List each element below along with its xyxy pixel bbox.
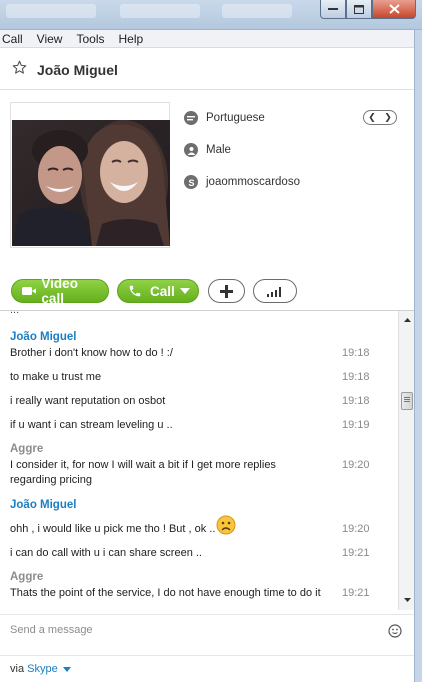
profile-pager: ❮ ❯ — [363, 110, 397, 125]
titlebar-blurred-tab — [222, 4, 292, 18]
video-call-label: Video call — [41, 276, 78, 306]
message-text: i can do call with u i can share screen … — [10, 547, 202, 559]
message-time: 19:18 — [342, 347, 370, 359]
profile-language: Portuguese — [206, 112, 265, 124]
message-time: 19:20 — [342, 523, 370, 535]
message-time: 19:19 — [342, 419, 370, 431]
sad-face-icon — [216, 515, 236, 535]
menu-view[interactable]: View — [37, 32, 63, 46]
window-frame-right — [414, 30, 422, 682]
call-label: Call — [150, 283, 175, 299]
favorite-star-icon[interactable] — [12, 60, 27, 75]
footer: via Skype — [0, 655, 414, 682]
message-composer[interactable]: Send a message — [0, 614, 414, 646]
call-button[interactable]: Call — [117, 279, 199, 303]
contact-header: João Miguel — [0, 48, 414, 90]
message-sender: Aggre — [10, 571, 44, 583]
video-call-button[interactable]: Video call — [11, 276, 109, 306]
message-text: to make u trust me — [10, 371, 102, 383]
svg-text:S: S — [188, 178, 194, 187]
contact-name: João Miguel — [37, 62, 118, 78]
close-icon — [388, 4, 400, 14]
message-text: I consider it, for now I will wait a bit… — [10, 459, 276, 471]
message-text: Thats the point of the service, I do not… — [10, 587, 321, 599]
chevron-down-icon[interactable] — [62, 666, 71, 672]
profile-gender: Male — [206, 144, 231, 156]
scrollbar-thumb[interactable] — [401, 392, 413, 410]
menu-call[interactable]: Call — [2, 32, 23, 46]
profile-skype-name: joaommoscardoso — [206, 176, 300, 188]
window-titlebar — [0, 0, 422, 30]
message-time: 19:18 — [342, 371, 370, 383]
via-text: via Skype — [10, 663, 71, 675]
menu-tools[interactable]: Tools — [76, 32, 104, 46]
message-text: ohh , i would like u pick me tho ! But ,… — [10, 523, 216, 535]
chevron-left-icon[interactable]: ❮ — [368, 112, 376, 123]
chevron-down-icon[interactable] — [180, 288, 190, 294]
maximize-icon — [354, 4, 364, 14]
call-quality-button[interactable] — [253, 279, 297, 303]
message-time: 19:21 — [342, 587, 370, 599]
titlebar-blurred-tab — [6, 4, 96, 18]
menu-bar: Call View Tools Help — [0, 30, 422, 48]
message-text: Brother i don't know how to do ! :/ — [10, 347, 173, 359]
profile-skype-row: S joaommoscardoso — [184, 175, 300, 189]
titlebar-blurred-tab — [120, 4, 200, 18]
menu-help[interactable]: Help — [118, 32, 143, 46]
add-button[interactable] — [208, 279, 245, 303]
profile-gender-row: Male — [184, 143, 231, 157]
minimize-icon — [328, 8, 338, 10]
avatar-photo — [12, 120, 170, 246]
scroll-up-icon[interactable] — [399, 313, 414, 327]
person-icon — [184, 143, 198, 157]
scroll-down-icon[interactable] — [399, 593, 414, 607]
via-prefix: via — [10, 663, 25, 675]
minimize-button[interactable] — [320, 0, 346, 19]
contact-avatar[interactable] — [12, 120, 170, 246]
message-time: 19:20 — [342, 459, 370, 471]
video-camera-icon — [22, 287, 37, 295]
message-sender: João Miguel — [10, 331, 77, 343]
message-time: 19:21 — [342, 547, 370, 559]
message-text: if u want i can stream leveling u .. — [10, 419, 173, 431]
plus-icon — [220, 284, 233, 298]
skype-icon: S — [184, 175, 198, 189]
speech-bubble-icon — [184, 111, 198, 125]
message-input[interactable]: Send a message — [10, 624, 93, 636]
message-sender: João Miguel — [10, 499, 77, 511]
profile-language-row: Portuguese — [184, 111, 265, 125]
chat-history[interactable]: ... João Miguel Brother i don't know how… — [0, 310, 414, 610]
phone-icon — [129, 285, 141, 297]
emoticon-icon[interactable] — [388, 624, 402, 638]
via-skype-link[interactable]: Skype — [27, 663, 58, 675]
message-sender: Aggre — [10, 443, 44, 455]
chevron-right-icon[interactable]: ❯ — [384, 112, 392, 123]
message-partial: ... — [10, 310, 20, 316]
signal-bars-icon — [267, 287, 281, 297]
message-text-continued: regarding pricing — [10, 474, 92, 486]
chat-scrollbar[interactable] — [398, 311, 414, 610]
message-text: i really want reputation on osbot — [10, 395, 166, 407]
maximize-button[interactable] — [346, 0, 372, 19]
message-time: 19:18 — [342, 395, 370, 407]
close-button[interactable] — [372, 0, 416, 19]
